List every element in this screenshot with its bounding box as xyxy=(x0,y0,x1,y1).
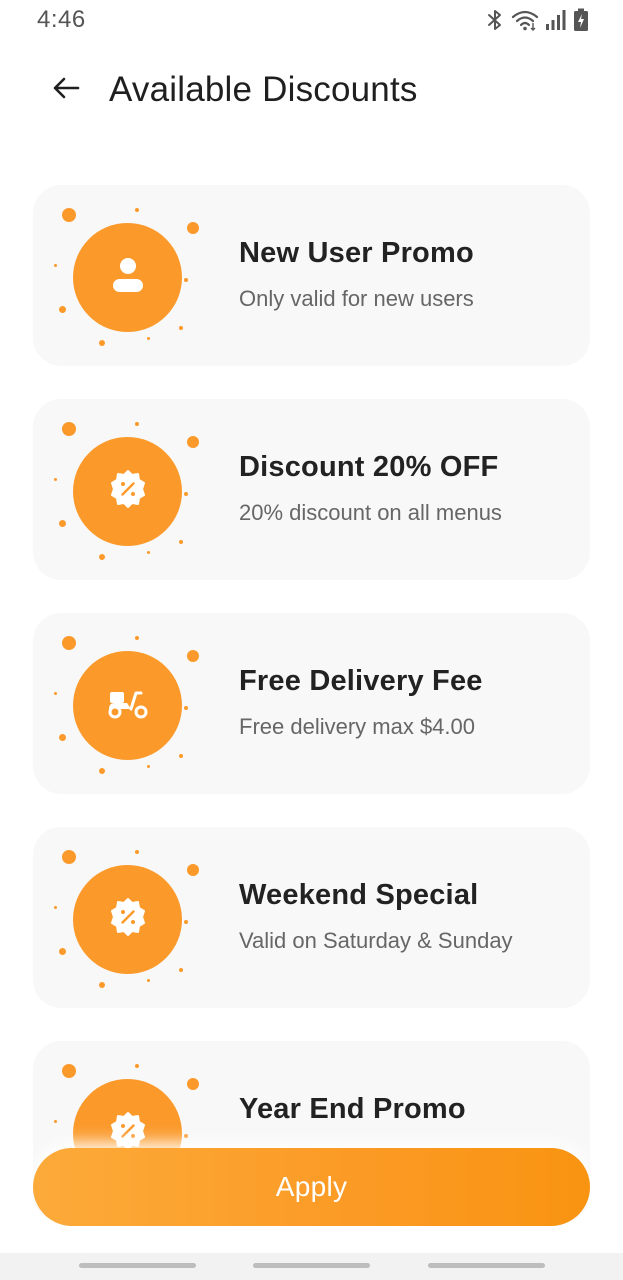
decor-dot xyxy=(184,492,188,496)
discount-card-free-delivery-fee[interactable]: Free Delivery Fee Free delivery max $4.0… xyxy=(33,613,590,794)
battery-charging-icon xyxy=(573,8,589,32)
card-title: Discount 20% OFF xyxy=(239,451,499,483)
decor-dot xyxy=(99,768,105,774)
decor-dot xyxy=(62,208,76,222)
icon-area xyxy=(50,417,200,567)
decor-dot xyxy=(184,278,188,282)
decor-dot xyxy=(59,306,66,313)
arrow-left-icon xyxy=(52,76,80,105)
discount-list: New User Promo Only valid for new users xyxy=(33,185,590,1280)
decor-dot xyxy=(99,982,105,988)
decor-dot xyxy=(147,979,150,982)
icon-circle xyxy=(73,223,182,332)
decor-dot xyxy=(179,540,183,544)
header: Available Discounts xyxy=(0,60,623,126)
decor-dot xyxy=(54,478,57,481)
nav-home-handle[interactable] xyxy=(253,1263,370,1268)
card-title: Weekend Special xyxy=(239,879,479,911)
card-subtitle: Only valid for new users xyxy=(239,286,474,311)
decor-dot xyxy=(187,222,199,234)
decor-dot xyxy=(54,1120,57,1123)
decor-dot xyxy=(54,264,57,267)
decor-dot xyxy=(99,554,105,560)
status-bar: 4:46 xyxy=(0,0,623,44)
card-subtitle: Valid on Saturday & Sunday xyxy=(239,928,513,953)
icon-area xyxy=(50,845,200,995)
decor-dot xyxy=(179,968,183,972)
decor-dot xyxy=(135,422,139,426)
discount-badge-icon xyxy=(108,469,148,514)
wifi-icon xyxy=(511,9,539,31)
bluetooth-icon xyxy=(485,8,505,32)
decor-dot xyxy=(179,754,183,758)
nav-back-handle[interactable] xyxy=(428,1263,545,1268)
card-title: New User Promo xyxy=(239,237,474,269)
icon-circle xyxy=(73,651,182,760)
decor-dot xyxy=(135,636,139,640)
decor-dot xyxy=(187,436,199,448)
icon-circle xyxy=(73,437,182,546)
decor-dot xyxy=(187,864,199,876)
decor-dot xyxy=(62,1064,76,1078)
icon-area xyxy=(50,631,200,781)
decor-dot xyxy=(62,422,76,436)
nav-recents-handle[interactable] xyxy=(79,1263,196,1268)
decor-dot xyxy=(62,850,76,864)
icon-circle xyxy=(73,865,182,974)
discount-card-weekend-special[interactable]: Weekend Special Valid on Saturday & Sund… xyxy=(33,827,590,1008)
user-icon xyxy=(110,255,146,300)
decor-dot xyxy=(187,1078,199,1090)
back-button[interactable] xyxy=(44,68,88,112)
decor-dot xyxy=(147,551,150,554)
decor-dot xyxy=(59,948,66,955)
decor-dot xyxy=(184,706,188,710)
decor-dot xyxy=(54,906,57,909)
discount-card-new-user-promo[interactable]: New User Promo Only valid for new users xyxy=(33,185,590,366)
card-title: Year End Promo xyxy=(239,1093,466,1125)
screen: 4:46 Available Discounts New User Promo … xyxy=(0,0,623,1280)
card-title: Free Delivery Fee xyxy=(239,665,483,697)
decor-dot xyxy=(147,765,150,768)
icon-area xyxy=(50,203,200,353)
page-title: Available Discounts xyxy=(109,70,418,109)
signal-icon xyxy=(545,9,567,31)
decor-dot xyxy=(59,520,66,527)
decor-dot xyxy=(135,208,139,212)
decor-dot xyxy=(62,636,76,650)
decor-dot xyxy=(54,692,57,695)
discount-card-discount-20-off[interactable]: Discount 20% OFF 20% discount on all men… xyxy=(33,399,590,580)
decor-dot xyxy=(179,326,183,330)
card-subtitle: 20% discount on all menus xyxy=(239,500,502,525)
navigation-bar xyxy=(0,1253,623,1280)
decor-dot xyxy=(59,734,66,741)
status-time: 4:46 xyxy=(37,6,86,33)
apply-button[interactable]: Apply xyxy=(33,1148,590,1226)
decor-dot xyxy=(135,850,139,854)
card-subtitle: Free delivery max $4.00 xyxy=(239,714,475,739)
status-icons xyxy=(485,8,589,32)
decor-dot xyxy=(184,920,188,924)
decor-dot xyxy=(147,337,150,340)
discount-badge-icon xyxy=(108,897,148,942)
scooter-icon xyxy=(107,687,149,724)
decor-dot xyxy=(99,340,105,346)
decor-dot xyxy=(187,650,199,662)
decor-dot xyxy=(184,1134,188,1138)
decor-dot xyxy=(135,1064,139,1068)
